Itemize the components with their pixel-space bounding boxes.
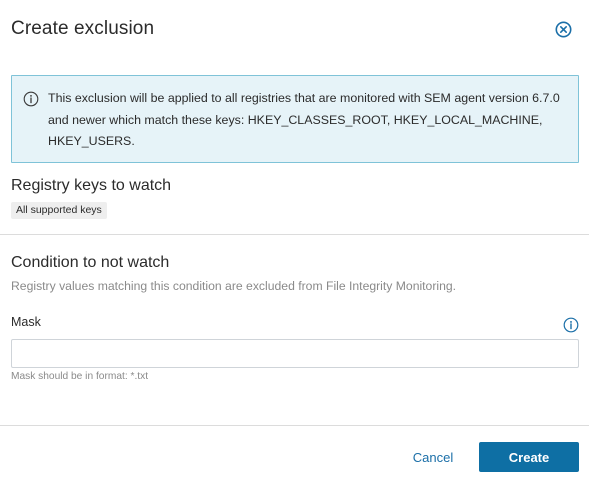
mask-hint: Mask should be in format: *.txt — [11, 371, 149, 382]
supported-keys-tag: All supported keys — [11, 202, 107, 219]
close-button[interactable] — [555, 21, 572, 38]
mask-label: Mask — [11, 315, 41, 329]
mask-info-button[interactable] — [563, 317, 579, 333]
info-icon — [23, 91, 39, 107]
create-button[interactable]: Create — [479, 442, 579, 472]
alert-message: This exclusion will be applied to all re… — [48, 91, 560, 148]
cancel-button[interactable]: Cancel — [400, 442, 466, 472]
registry-keys-heading: Registry keys to watch — [11, 177, 172, 194]
dialog-title: Create exclusion — [11, 18, 155, 39]
info-alert: This exclusion will be applied to all re… — [11, 75, 579, 163]
info-icon — [563, 317, 579, 333]
mask-input[interactable] — [11, 339, 579, 368]
section-divider — [0, 234, 589, 235]
footer-divider — [0, 425, 589, 426]
close-circle-icon — [555, 21, 572, 38]
condition-description: Registry values matching this condition … — [11, 279, 457, 293]
condition-heading: Condition to not watch — [11, 254, 170, 271]
dialog-header: Create exclusion — [0, 0, 589, 60]
create-exclusion-dialog: Create exclusion This exclusion will be … — [0, 0, 589, 486]
